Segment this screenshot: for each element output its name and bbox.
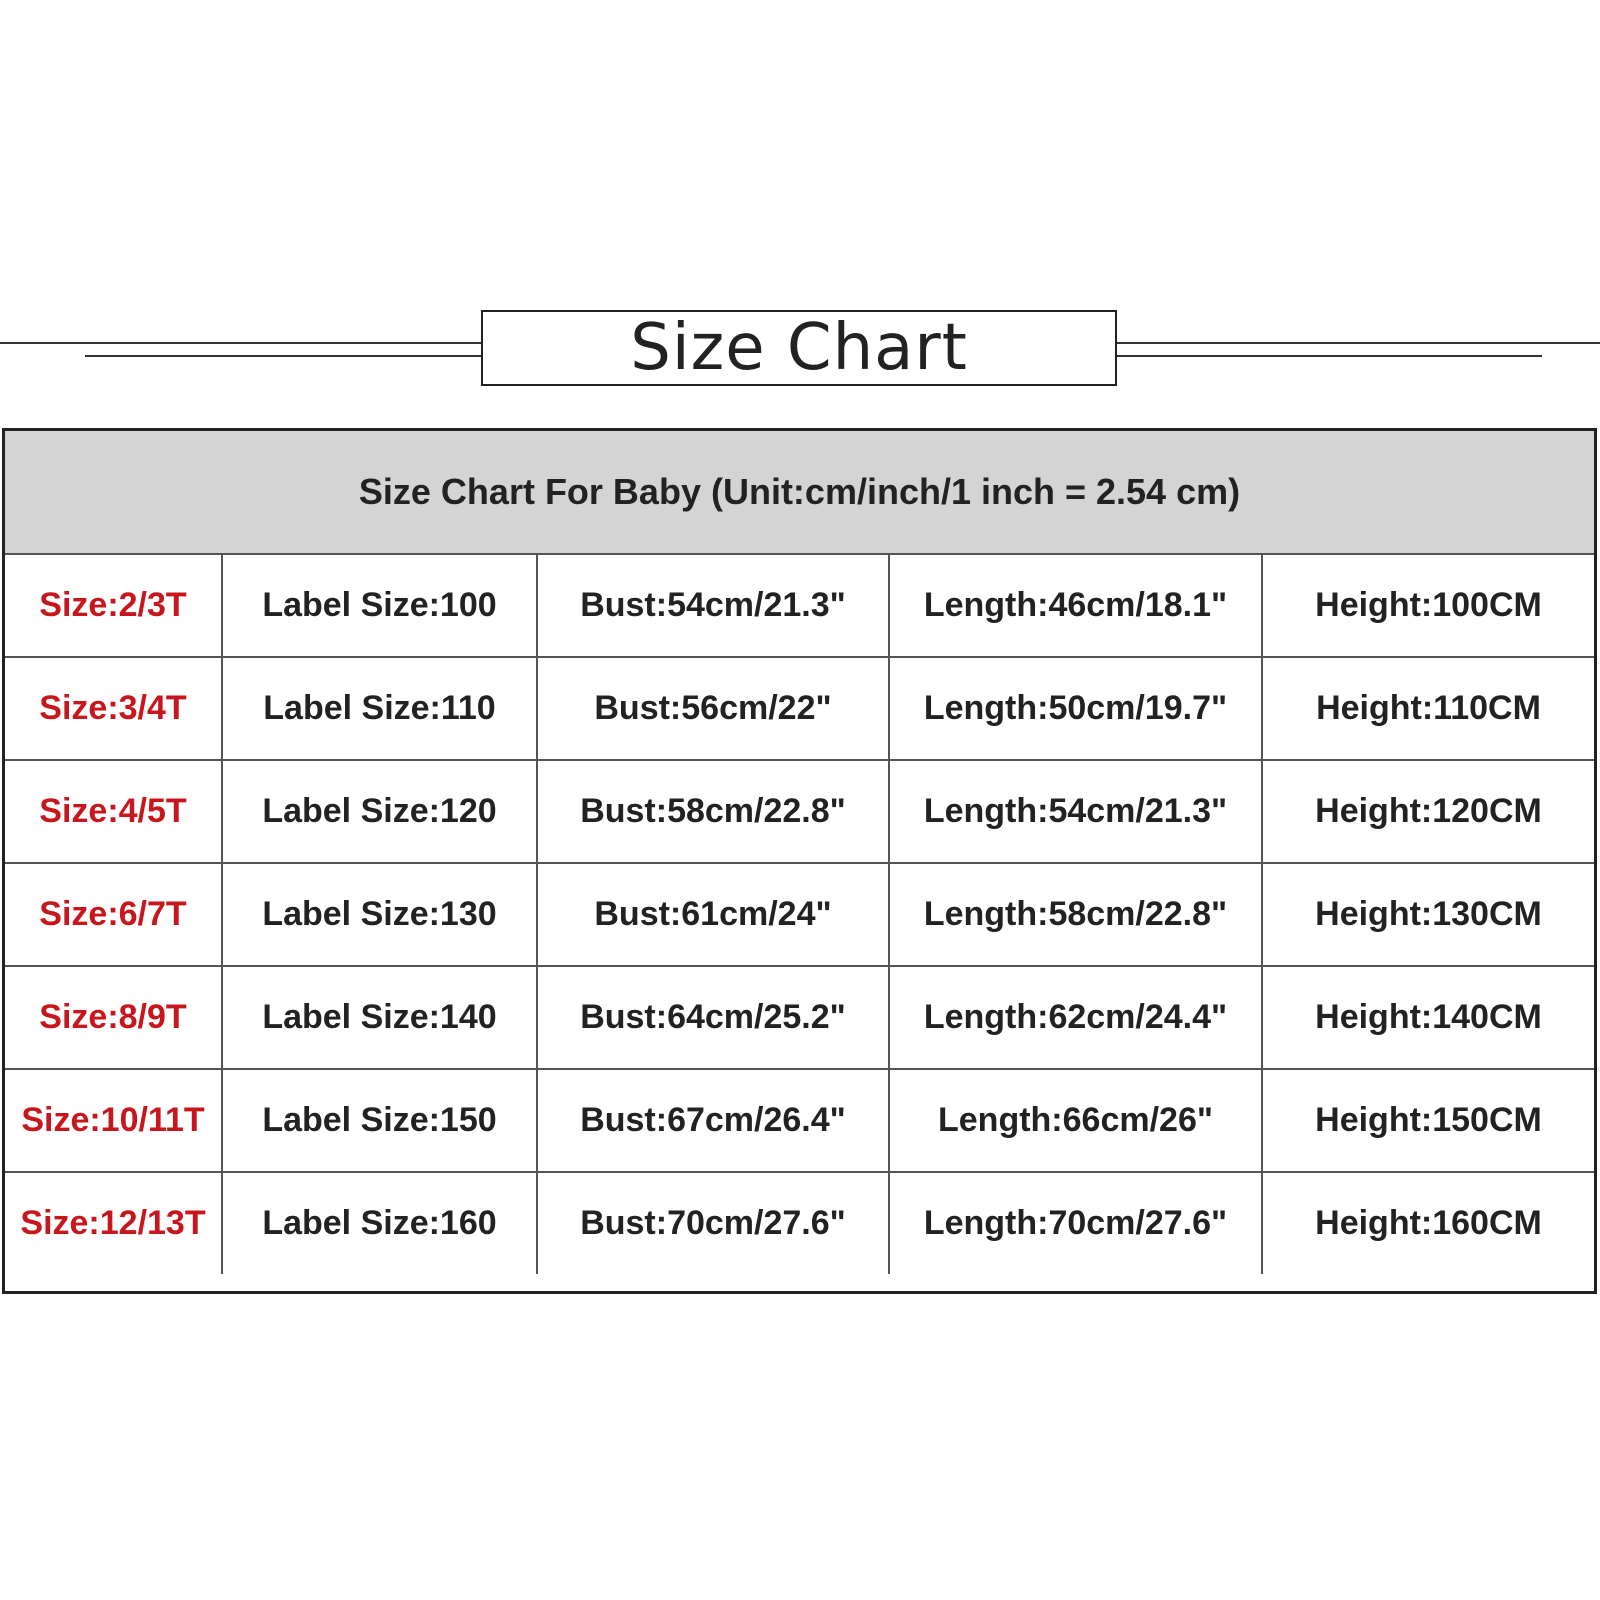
height-cell: Height:150CM: [1261, 1068, 1594, 1173]
title-rule-left-bottom: [85, 355, 481, 357]
size-cell: Size:3/4T: [5, 656, 223, 761]
bust-cell: Bust:54cm/21.3": [536, 555, 890, 658]
size-cell: Size:12/13T: [5, 1171, 223, 1274]
chart-header: Size Chart For Baby (Unit:cm/inch/1 inch…: [5, 431, 1594, 555]
height-cell: Height:160CM: [1261, 1171, 1594, 1274]
length-cell: Length:50cm/19.7": [888, 656, 1263, 761]
size-cell: Size:10/11T: [5, 1068, 223, 1173]
chart-subtitle: Size Chart For Baby (Unit:cm/inch/1 inch…: [358, 471, 1241, 512]
length-cell: Length:62cm/24.4": [888, 965, 1263, 1070]
label-size-cell: Label Size:100: [221, 555, 538, 658]
page-title: Size Chart: [630, 311, 968, 385]
bust-cell: Bust:64cm/25.2": [536, 965, 890, 1070]
label-size-cell: Label Size:160: [221, 1171, 538, 1274]
table-row: Size:8/9T Label Size:140 Bust:64cm/25.2"…: [5, 965, 1594, 1070]
size-table: Size:2/3T Label Size:100 Bust:54cm/21.3"…: [5, 555, 1594, 1274]
height-cell: Height:110CM: [1261, 656, 1594, 761]
title-rule-left-top: [0, 342, 481, 344]
length-cell: Length:70cm/27.6": [888, 1171, 1263, 1274]
bust-cell: Bust:58cm/22.8": [536, 759, 890, 864]
height-cell: Height:140CM: [1261, 965, 1594, 1070]
height-cell: Height:120CM: [1261, 759, 1594, 864]
size-cell: Size:8/9T: [5, 965, 223, 1070]
label-size-cell: Label Size:140: [221, 965, 538, 1070]
length-cell: Length:66cm/26": [888, 1068, 1263, 1173]
table-row: Size:6/7T Label Size:130 Bust:61cm/24" L…: [5, 862, 1594, 967]
label-size-cell: Label Size:150: [221, 1068, 538, 1173]
size-cell: Size:2/3T: [5, 555, 223, 658]
bust-cell: Bust:61cm/24": [536, 862, 890, 967]
table-row: Size:12/13T Label Size:160 Bust:70cm/27.…: [5, 1171, 1594, 1274]
length-cell: Length:54cm/21.3": [888, 759, 1263, 864]
title-banner: Size Chart: [0, 300, 1600, 400]
size-cell: Size:6/7T: [5, 862, 223, 967]
title-box: Size Chart: [481, 310, 1117, 386]
label-size-cell: Label Size:130: [221, 862, 538, 967]
label-size-cell: Label Size:110: [221, 656, 538, 761]
bust-cell: Bust:67cm/26.4": [536, 1068, 890, 1173]
size-cell: Size:4/5T: [5, 759, 223, 864]
length-cell: Length:46cm/18.1": [888, 555, 1263, 658]
height-cell: Height:100CM: [1261, 555, 1594, 658]
length-cell: Length:58cm/22.8": [888, 862, 1263, 967]
label-size-cell: Label Size:120: [221, 759, 538, 864]
table-row: Size:3/4T Label Size:110 Bust:56cm/22" L…: [5, 656, 1594, 761]
table-row: Size:4/5T Label Size:120 Bust:58cm/22.8"…: [5, 759, 1594, 864]
bust-cell: Bust:56cm/22": [536, 656, 890, 761]
title-rule-right-top: [1117, 342, 1600, 344]
bust-cell: Bust:70cm/27.6": [536, 1171, 890, 1274]
table-row: Size:10/11T Label Size:150 Bust:67cm/26.…: [5, 1068, 1594, 1173]
title-rule-right-bottom: [1117, 355, 1542, 357]
table-row: Size:2/3T Label Size:100 Bust:54cm/21.3"…: [5, 555, 1594, 658]
size-chart-table: Size Chart For Baby (Unit:cm/inch/1 inch…: [2, 428, 1597, 1294]
height-cell: Height:130CM: [1261, 862, 1594, 967]
